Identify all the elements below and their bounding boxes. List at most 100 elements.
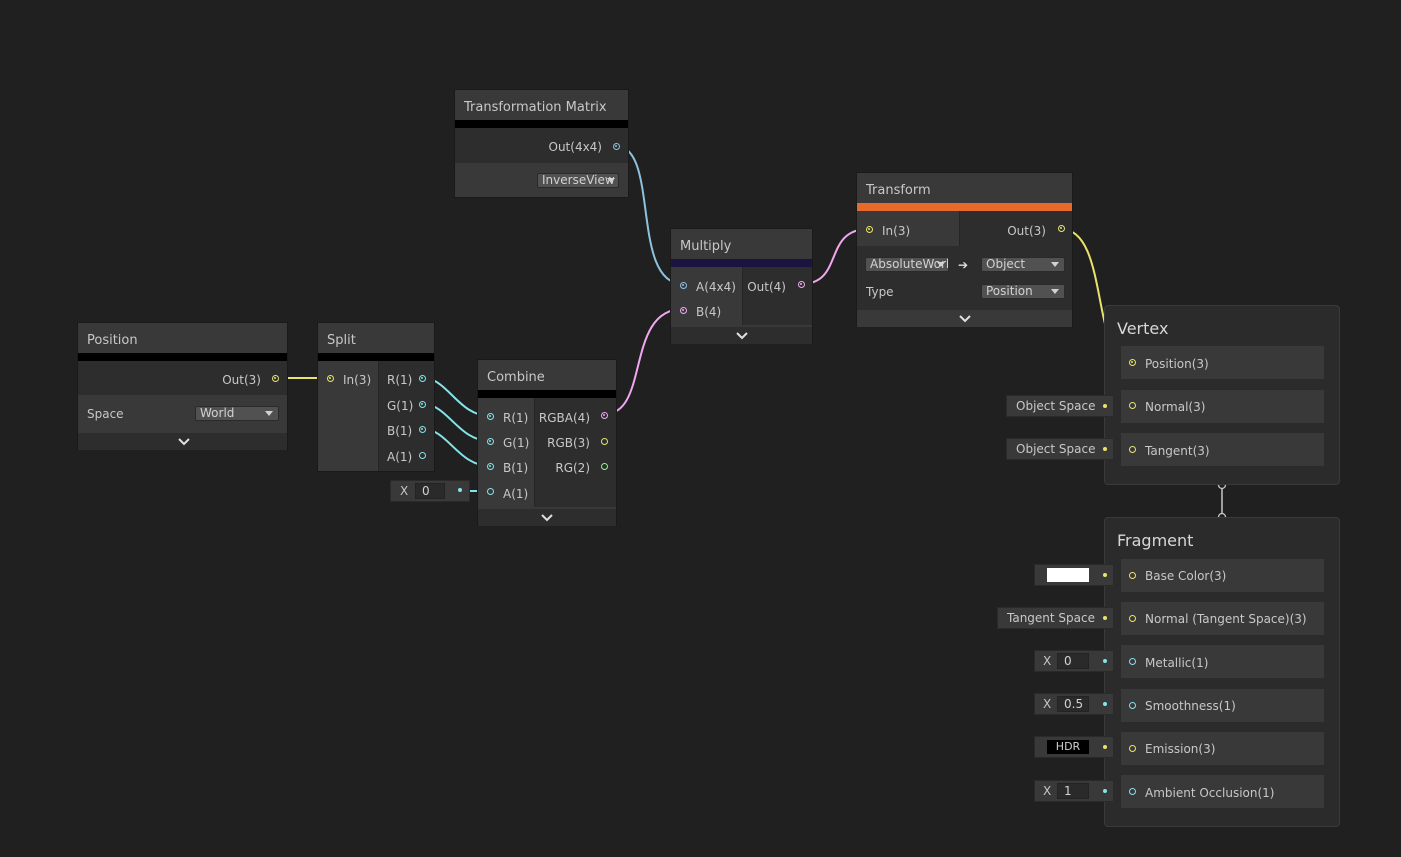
normal-ts-input[interactable]: Tangent Space xyxy=(997,607,1114,629)
combine-node[interactable]: Combine R(1) G(1) B(1) A(1) RGBA(4) RGB(… xyxy=(477,359,617,526)
out-port[interactable] xyxy=(1058,225,1065,232)
input-connector xyxy=(1103,404,1107,408)
occlusion-input[interactable]: X 1 xyxy=(1034,780,1114,802)
fragment-context[interactable]: Fragment xyxy=(1104,517,1340,827)
vertex-tangent-input[interactable]: Object Space xyxy=(1006,438,1114,460)
metallic-value-field[interactable]: 0 xyxy=(1057,653,1089,669)
in-r-label: R(1) xyxy=(503,411,529,425)
vertex-tangent-port[interactable] xyxy=(1129,446,1136,453)
preview-bar xyxy=(478,390,616,398)
out-port[interactable] xyxy=(798,281,805,288)
out-rgba-label: RGBA(4) xyxy=(538,411,590,425)
out-port[interactable] xyxy=(613,143,620,150)
chevron-down-icon xyxy=(736,332,748,340)
transformation-matrix-node[interactable]: Transformation Matrix Out(4x4) InverseVi… xyxy=(454,89,629,198)
space-dropdown[interactable]: World xyxy=(195,406,279,421)
transform-node[interactable]: Transform In(3) Out(3) AbsoluteWorld ➔ O… xyxy=(856,172,1073,327)
node-title: Position xyxy=(78,323,287,353)
input-connector xyxy=(458,488,462,492)
in-port-label: In(3) xyxy=(343,373,372,387)
split-node[interactable]: Split In(3) R(1) G(1) B(1) A(1) xyxy=(317,322,435,472)
node-title: Transformation Matrix xyxy=(455,90,628,120)
output-column xyxy=(743,267,812,325)
metallic-port[interactable] xyxy=(1129,658,1136,665)
vertex-normal-port[interactable] xyxy=(1129,402,1136,409)
to-space-dropdown[interactable]: Object xyxy=(981,257,1065,272)
input-connector xyxy=(1103,447,1107,451)
metallic-label: Metallic(1) xyxy=(1145,656,1209,670)
expand-bar[interactable] xyxy=(78,433,287,450)
in-port[interactable] xyxy=(866,226,873,233)
multiply-node[interactable]: Multiply A(4x4) B(4) Out(4) xyxy=(670,228,813,344)
combine-a-input[interactable]: X 0 xyxy=(390,480,470,502)
chevron-down-icon xyxy=(959,315,971,323)
occlusion-port[interactable] xyxy=(1129,788,1136,795)
position-node[interactable]: Position Out(3) Space World xyxy=(77,322,288,450)
expand-bar[interactable] xyxy=(478,509,616,526)
axis-label: X xyxy=(400,484,409,498)
type-value: Position xyxy=(986,284,1033,298)
input-connector xyxy=(1103,573,1107,577)
metallic-input[interactable]: X 0 xyxy=(1034,650,1114,672)
preview-bar xyxy=(318,353,434,361)
out-rg-port[interactable] xyxy=(601,463,608,470)
dropdown-arrow-icon xyxy=(607,178,615,183)
node-title: Multiply xyxy=(671,229,812,259)
smoothness-value-field[interactable]: 0.5 xyxy=(1057,696,1089,712)
vertex-normal-input[interactable]: Object Space xyxy=(1006,395,1114,417)
out-r-label: R(1) xyxy=(387,373,413,387)
color-swatch[interactable] xyxy=(1047,568,1089,582)
emission-port[interactable] xyxy=(1129,745,1136,752)
normal-ts-space-label: Tangent Space xyxy=(1007,611,1095,625)
preview-bar xyxy=(455,120,628,128)
axis-label: X xyxy=(1043,654,1052,668)
in-g-port[interactable] xyxy=(487,438,494,445)
out-rgba-port[interactable] xyxy=(601,412,608,419)
type-dropdown[interactable]: Position xyxy=(981,284,1065,299)
expand-bar[interactable] xyxy=(857,310,1072,327)
emission-input[interactable]: HDR xyxy=(1034,736,1114,758)
normal-ts-port[interactable] xyxy=(1129,615,1136,622)
input-connector xyxy=(1103,789,1107,793)
out-rgb-port[interactable] xyxy=(601,438,608,445)
vertex-context[interactable]: Vertex xyxy=(1104,305,1340,485)
type-label: Type xyxy=(866,285,894,299)
in-b-port[interactable] xyxy=(680,307,687,314)
from-space-dropdown[interactable]: AbsoluteWorld xyxy=(865,257,949,272)
input-connector xyxy=(1103,659,1107,663)
space-arrow-icon: ➔ xyxy=(958,258,969,272)
out-r-port[interactable] xyxy=(419,375,426,382)
in-a-label: A(4x4) xyxy=(696,280,736,294)
base-color-input[interactable] xyxy=(1034,564,1114,586)
in-a-port[interactable] xyxy=(680,282,687,289)
out-g-label: G(1) xyxy=(387,399,414,413)
node-title: Transform xyxy=(857,173,1072,203)
base-color-port[interactable] xyxy=(1129,572,1136,579)
vertex-position-port[interactable] xyxy=(1129,359,1136,366)
dropdown-arrow-icon xyxy=(1051,262,1059,267)
out-rgb-label: RGB(3) xyxy=(547,436,590,450)
in-a-port[interactable] xyxy=(487,488,494,495)
expand-bar[interactable] xyxy=(671,327,812,344)
input-connector xyxy=(1103,616,1107,620)
occlusion-label: Ambient Occlusion(1) xyxy=(1145,786,1275,800)
hdr-color-swatch[interactable]: HDR xyxy=(1047,740,1089,754)
out-g-port[interactable] xyxy=(419,401,426,408)
smoothness-input[interactable]: X 0.5 xyxy=(1034,693,1114,715)
out-a-port[interactable] xyxy=(419,452,426,459)
out-b-port[interactable] xyxy=(419,426,426,433)
base-color-label: Base Color(3) xyxy=(1145,569,1227,583)
node-title: Combine xyxy=(478,360,616,390)
in-b-label: B(4) xyxy=(696,305,722,319)
in-port[interactable] xyxy=(327,375,334,382)
smoothness-port[interactable] xyxy=(1129,702,1136,709)
normal-ts-label: Normal (Tangent Space)(3) xyxy=(1145,612,1307,626)
in-b-port[interactable] xyxy=(487,463,494,470)
a-value-field[interactable]: 0 xyxy=(415,483,445,499)
matrix-type-dropdown[interactable]: InverseView xyxy=(537,173,619,188)
out-label: Out(4) xyxy=(747,280,786,294)
in-r-port[interactable] xyxy=(487,413,494,420)
fragment-title: Fragment xyxy=(1117,531,1194,550)
out-port[interactable] xyxy=(272,375,279,382)
occlusion-value-field[interactable]: 1 xyxy=(1057,783,1089,799)
